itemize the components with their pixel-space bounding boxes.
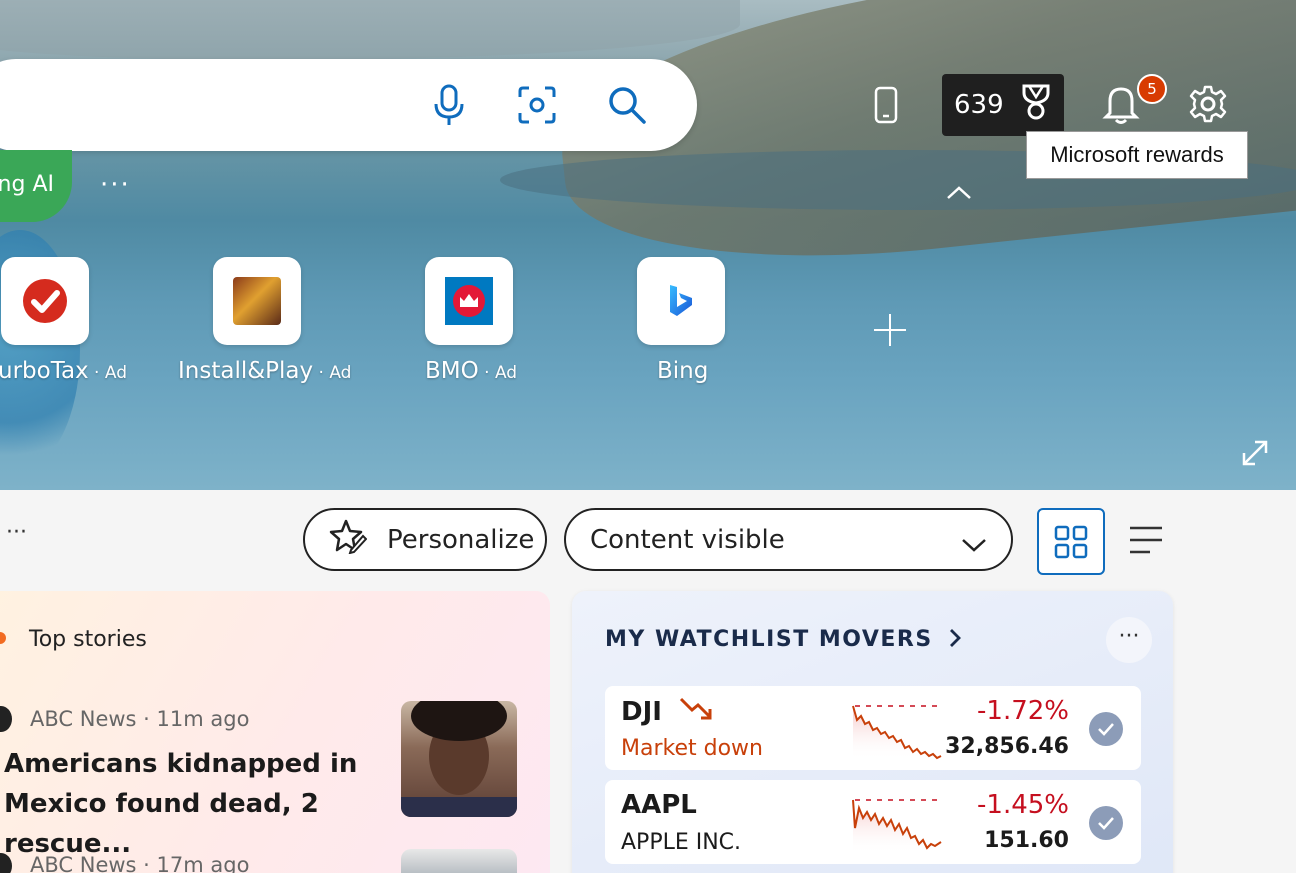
watchlist-title[interactable]: MY WATCHLIST MOVERS <box>605 627 962 652</box>
phone-icon[interactable] <box>872 86 900 124</box>
stock-change: -1.72% <box>977 696 1069 726</box>
personalize-star-icon <box>329 518 368 561</box>
stock-symbol: AAPL <box>621 790 697 820</box>
notification-badge: 5 <box>1137 74 1167 104</box>
bmo-logo-icon <box>445 277 493 325</box>
stock-subtitle: APPLE INC. <box>621 830 742 855</box>
feed-more-icon[interactable]: ··· <box>6 520 27 545</box>
news-thumbnail[interactable] <box>401 849 517 873</box>
search-box[interactable] <box>0 59 697 151</box>
search-icon[interactable] <box>605 83 649 127</box>
game-logo-icon <box>233 277 281 325</box>
rewards-points: 639 <box>954 90 1004 120</box>
content-select-value: Content visible <box>590 524 785 555</box>
watchlist-added-check-icon[interactable] <box>1089 806 1123 840</box>
add-quicklink-icon[interactable] <box>872 312 908 348</box>
quicklink-label: urboTax · Ad <box>0 358 127 384</box>
stock-row-dji[interactable]: DJI Market down -1.72% 32,856.46 <box>605 686 1141 770</box>
watchlist-added-check-icon[interactable] <box>1089 712 1123 746</box>
expand-icon[interactable] <box>1240 438 1270 472</box>
grid-layout-button[interactable] <box>1037 508 1105 575</box>
personalize-label: Personalize <box>387 524 535 555</box>
news-headline[interactable]: Americans kidnapped in Mexico found dead… <box>4 744 384 864</box>
content-visibility-select[interactable]: Content visible <box>564 508 1013 571</box>
turbotax-logo-icon <box>23 279 67 323</box>
stock-symbol: DJI <box>621 696 713 727</box>
trophy-icon <box>1018 83 1054 128</box>
quicklink-label: BMO · Ad <box>425 358 518 384</box>
chevron-right-icon <box>942 627 962 652</box>
rewards-button[interactable]: 639 <box>942 74 1064 136</box>
quicklink-turbotax[interactable] <box>1 257 89 345</box>
stock-change: -1.45% <box>977 790 1069 820</box>
list-layout-icon[interactable] <box>1128 524 1164 560</box>
watchlist-more-button[interactable]: ··· <box>1106 617 1152 663</box>
quicklink-bmo[interactable] <box>425 257 513 345</box>
top-stories-title[interactable]: Top stories <box>29 627 147 652</box>
sparkline-chart <box>852 705 942 760</box>
notifications-bell-icon[interactable] <box>1100 82 1142 126</box>
stock-price: 32,856.46 <box>945 734 1069 759</box>
bing-chat-label: ng AI <box>0 172 54 197</box>
sparkline-chart <box>852 799 942 854</box>
bing-logo-icon <box>670 285 692 316</box>
more-options-icon[interactable]: ··· <box>100 170 131 200</box>
news-source: ABC News · 11m ago <box>30 707 250 731</box>
rewards-tooltip: Microsoft rewards <box>1026 131 1248 179</box>
chevron-up-icon[interactable] <box>945 183 973 205</box>
chevron-down-icon <box>961 530 987 560</box>
settings-gear-icon[interactable] <box>1186 82 1230 126</box>
news-source: ABC News · 17m ago <box>30 853 250 873</box>
quicklink-install-play[interactable] <box>213 257 301 345</box>
trend-down-icon <box>671 697 713 727</box>
stock-subtitle: Market down <box>621 736 763 761</box>
news-thumbnail[interactable] <box>401 701 517 817</box>
quicklink-label: Install&Play · Ad <box>178 358 352 384</box>
microphone-icon[interactable] <box>427 83 471 127</box>
grid-icon <box>1054 525 1088 558</box>
mountain-shape <box>0 0 740 60</box>
stock-row-aapl[interactable]: AAPL APPLE INC. -1.45% 151.60 <box>605 780 1141 864</box>
visual-search-icon[interactable] <box>515 83 559 127</box>
quicklink-bing[interactable] <box>637 257 725 345</box>
personalize-button[interactable]: Personalize <box>303 508 547 571</box>
stock-price: 151.60 <box>984 828 1069 853</box>
quicklink-label: Bing <box>657 358 709 384</box>
